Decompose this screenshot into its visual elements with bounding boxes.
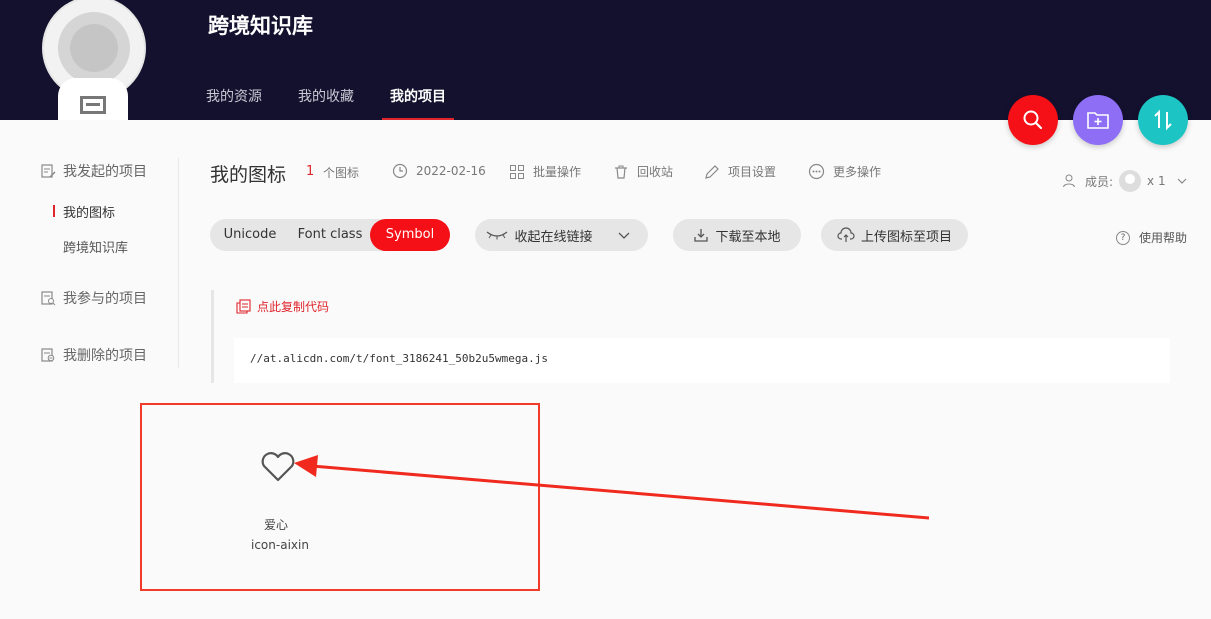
grid-icon (510, 164, 524, 179)
batch-operation-button[interactable]: 批量操作 (509, 163, 581, 180)
upload-label: 上传图标至项目 (860, 229, 952, 245)
search-icon (1023, 110, 1043, 130)
sidebar-item-my-icons[interactable]: 我的图标 (52, 202, 115, 221)
collapse-link-label: 收起在线链接 (514, 229, 593, 245)
top-tabs: 我的资源 我的收藏 我的项目 (206, 86, 482, 120)
batch-operation-label: 批量操作 (533, 165, 582, 179)
sort-button[interactable] (1138, 95, 1188, 145)
more-dots-icon (808, 163, 825, 180)
more-operations-button[interactable]: 更多操作 (808, 163, 881, 180)
heart-icon (261, 452, 295, 482)
download-icon (694, 229, 709, 242)
more-operations-label: 更多操作 (833, 165, 882, 179)
pencil-icon (705, 164, 719, 179)
download-label: 下载至本地 (715, 229, 781, 245)
document-edit-icon (41, 164, 56, 178)
recycle-bin-label: 回收站 (637, 165, 674, 179)
sidebar-participated-projects[interactable]: 我参与的项目 (40, 288, 147, 308)
copy-code-link[interactable]: 点此复制代码 (236, 298, 329, 315)
folder-add-icon (1087, 112, 1109, 129)
code-box: //at.alicdn.com/t/font_3186241_50b2u5wme… (234, 338, 1170, 383)
chevron-down-icon (1177, 178, 1187, 184)
help-label: 使用帮助 (1139, 231, 1188, 245)
project-title: 跨境知识库 (208, 14, 313, 38)
members-count: x 1 (1147, 174, 1166, 188)
code-type-tabs: Unicode Font class Symbol (210, 219, 450, 251)
project-settings-label: 项目设置 (728, 165, 777, 179)
icon-count-label: 个图标 (323, 166, 360, 180)
sidebar-participated-label: 我参与的项目 (63, 291, 147, 307)
upload-button[interactable]: 上传图标至项目 (821, 219, 968, 251)
tab-unicode[interactable]: Unicode (210, 219, 290, 251)
sidebar-initiated-label: 我发起的项目 (63, 164, 147, 180)
recycle-bin-button[interactable]: 回收站 (613, 163, 673, 180)
question-icon: ? (1116, 230, 1130, 245)
cloud-upload-icon (837, 227, 855, 242)
code-url[interactable]: //at.alicdn.com/t/font_3186241_50b2u5wme… (250, 352, 548, 365)
sidebar-item-knowledge-base[interactable]: 跨境知识库 (63, 237, 128, 256)
eye-closed-icon (487, 231, 508, 240)
tab-my-favorites[interactable]: 我的收藏 (298, 86, 354, 120)
copy-icon (236, 299, 251, 314)
icon-count: 1 (306, 164, 315, 179)
tab-font-class[interactable]: Font class (290, 219, 370, 251)
copy-code-label: 点此复制代码 (257, 300, 330, 314)
member-avatar (1119, 170, 1142, 192)
members-label: 成员: (1085, 174, 1114, 189)
icon-name: 爱心 (264, 518, 289, 532)
chevron-down-icon (618, 232, 629, 239)
help-link[interactable]: ? 使用帮助 (1116, 229, 1187, 246)
members-dropdown[interactable]: 成员: x 1 (1062, 170, 1188, 192)
code-panel: 点此复制代码 //at.alicdn.com/t/font_3186241_50… (211, 290, 1170, 383)
document-search-icon (41, 291, 56, 306)
search-button[interactable] (1008, 95, 1058, 145)
avatar-body (58, 78, 128, 120)
sidebar-initiated-projects[interactable]: 我发起的项目 (40, 161, 147, 181)
sidebar: 我发起的项目 我的图标 跨境知识库 我参与的项目 我删除的项目 (0, 158, 179, 368)
icon-class-name: icon-aixin (251, 538, 309, 552)
collapse-link-button[interactable]: 收起在线链接 (475, 219, 648, 251)
page-title: 我的图标 (210, 164, 287, 186)
trash-icon (615, 165, 627, 179)
sidebar-deleted-projects[interactable]: 我删除的项目 (40, 345, 147, 365)
new-project-button[interactable] (1073, 95, 1123, 145)
tab-my-resources[interactable]: 我的资源 (206, 86, 262, 120)
date-display: 2022-02-16 (392, 163, 486, 179)
member-icon (1063, 174, 1075, 188)
download-button[interactable]: 下载至本地 (673, 219, 801, 251)
icon-card[interactable]: 爱心 icon-aixin (140, 403, 540, 591)
clock-icon (392, 163, 408, 179)
tab-symbol[interactable]: Symbol (370, 219, 450, 251)
sidebar-deleted-label: 我删除的项目 (63, 348, 147, 364)
date-text: 2022-02-16 (416, 164, 486, 178)
sort-arrows-icon (1154, 109, 1172, 131)
project-settings-button[interactable]: 项目设置 (704, 163, 776, 180)
tab-my-projects[interactable]: 我的项目 (382, 86, 454, 120)
document-delete-icon (41, 348, 55, 362)
